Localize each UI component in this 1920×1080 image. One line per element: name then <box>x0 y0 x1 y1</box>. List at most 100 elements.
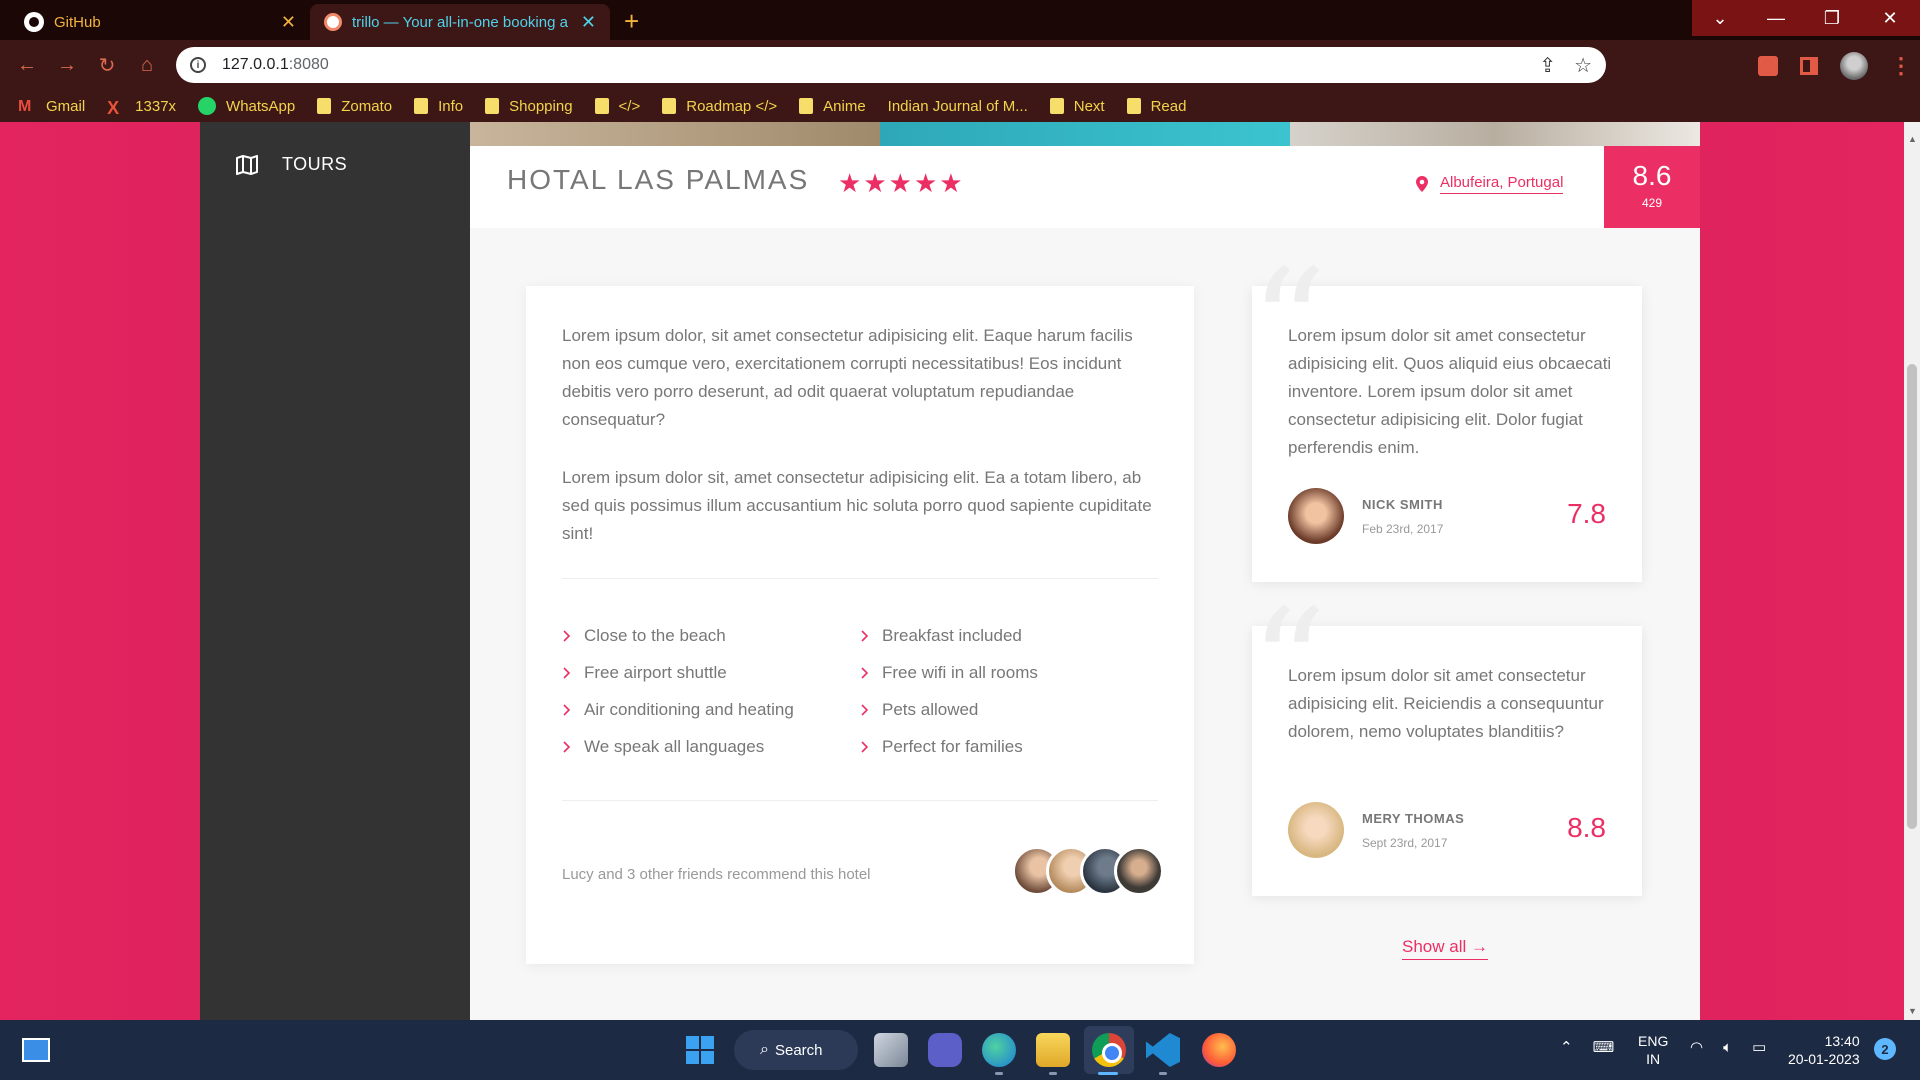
feature-label: Air conditioning and heating <box>584 700 794 719</box>
sidebar-item-tours[interactable]: TOURS <box>236 154 347 175</box>
chevron-up-icon[interactable]: ⌃ <box>1560 1038 1573 1056</box>
feature-label: Perfect for families <box>882 737 1023 756</box>
restore-button[interactable]: ❐ <box>1804 0 1860 36</box>
tab-trillo[interactable]: trillo — Your all-in-one booking a ✕ <box>310 4 610 40</box>
feature-item: Air conditioning and heating <box>562 697 860 723</box>
folder-icon <box>414 98 429 114</box>
page-scrollbar[interactable]: ▲ ▼ <box>1904 122 1920 1020</box>
task-view-icon[interactable] <box>874 1033 908 1067</box>
chat-icon[interactable] <box>928 1033 962 1067</box>
hotel-location[interactable]: Albufeira, Portugal <box>1416 174 1564 194</box>
wifi-icon: ◠ <box>1690 1039 1704 1056</box>
trillo-favicon-icon <box>324 13 342 31</box>
description-paragraph: Lorem ipsum dolor, sit amet consectetur … <box>562 326 1133 429</box>
edge-icon[interactable] <box>982 1033 1016 1067</box>
bookmark-label: Info <box>438 97 464 115</box>
feature-list: Close to the beach Breakfast included Fr… <box>562 623 1162 760</box>
bookmark-code[interactable]: </> <box>594 98 640 115</box>
widgets-icon[interactable] <box>22 1038 50 1062</box>
whatsapp-icon <box>198 97 217 115</box>
gallery-photo[interactable] <box>470 122 880 146</box>
scroll-up-icon[interactable]: ▲ <box>1908 134 1917 144</box>
star-icon: ★ <box>939 168 963 198</box>
reviewer: MERY THOMAS Sept 23rd, 2017 <box>1288 802 1464 858</box>
extensions-icon[interactable] <box>1758 56 1778 76</box>
location-pin-icon <box>1416 176 1428 192</box>
url-port: :8080 <box>288 56 329 73</box>
taskbar-search-button[interactable]: ⌕ Search <box>734 1030 858 1070</box>
folder-icon <box>799 98 814 114</box>
gallery-photo[interactable] <box>880 122 1290 146</box>
url-input[interactable]: i 127.0.0.1:8080 ⇪ ☆ <box>176 47 1606 83</box>
tab-github[interactable]: GitHub ✕ <box>10 4 310 40</box>
chevron-right-icon <box>563 704 571 716</box>
bookmark-label: Zomato <box>341 97 393 115</box>
map-icon <box>236 154 258 175</box>
start-button[interactable] <box>686 1036 714 1064</box>
search-icon: ⌕ <box>760 1041 769 1058</box>
more-menu-icon[interactable]: ⋮ <box>1890 53 1912 79</box>
bookmark-next[interactable]: Next <box>1049 98 1105 115</box>
forward-arrow-icon[interactable]: → <box>52 50 82 80</box>
bookmark-indian-journal[interactable]: Indian Journal of M... <box>888 98 1028 115</box>
new-tab-button[interactable]: + <box>624 6 639 37</box>
folder-icon <box>1126 98 1141 114</box>
scroll-down-icon[interactable]: ▼ <box>1908 1006 1917 1016</box>
feature-item: Free wifi in all rooms <box>860 660 1158 686</box>
review-rating: 8.8 <box>1567 812 1606 843</box>
bookmark-read[interactable]: Read <box>1126 98 1186 115</box>
feature-label: Close to the beach <box>584 626 726 645</box>
bookmark-star-icon[interactable]: ☆ <box>1574 53 1592 78</box>
bookmark-roadmap[interactable]: Roadmap </> <box>662 98 777 115</box>
vscode-icon[interactable] <box>1146 1033 1180 1067</box>
bookmark-info[interactable]: Info <box>414 98 463 115</box>
scrollbar-thumb[interactable] <box>1907 364 1917 829</box>
folder-icon <box>1049 98 1064 114</box>
bookmark-1337x[interactable]: X 1337x <box>107 97 177 119</box>
close-icon[interactable]: ✕ <box>281 12 296 33</box>
gmail-icon: M <box>18 98 32 115</box>
close-window-button[interactable]: ✕ <box>1860 0 1920 36</box>
chevron-right-icon <box>563 667 571 679</box>
gallery-photo[interactable] <box>1290 122 1700 146</box>
firefox-icon[interactable] <box>1202 1033 1236 1067</box>
bookmark-label: WhatsApp <box>226 97 296 115</box>
friend-avatar[interactable] <box>1114 846 1164 896</box>
volume-icon: 🔈︎ <box>1723 1038 1733 1056</box>
bookmark-anime[interactable]: Anime <box>799 98 866 115</box>
review-text: Lorem ipsum dolor sit amet consectetur a… <box>1288 666 1604 741</box>
bookmark-shopping[interactable]: Shopping <box>485 98 573 115</box>
feature-item: Breakfast included <box>860 623 1158 649</box>
keyboard-icon[interactable]: ⌨ <box>1593 1038 1615 1056</box>
minimize-button[interactable]: — <box>1748 0 1804 36</box>
back-arrow-icon[interactable]: ← <box>12 50 42 80</box>
bookmark-gmail[interactable]: M Gmail <box>18 98 85 116</box>
region-code: IN <box>1646 1051 1661 1067</box>
file-explorer-icon[interactable] <box>1036 1033 1070 1067</box>
feature-label: Free wifi in all rooms <box>882 663 1038 682</box>
home-icon[interactable]: ⌂ <box>132 50 162 80</box>
tab-search-button[interactable]: ⌄ <box>1692 0 1748 36</box>
profile-avatar[interactable] <box>1840 52 1868 80</box>
side-panel-icon[interactable] <box>1800 57 1818 75</box>
running-indicator <box>1098 1072 1118 1075</box>
location-link[interactable]: Albufeira, Portugal <box>1440 174 1564 194</box>
bookmark-whatsapp[interactable]: WhatsApp <box>198 97 295 115</box>
share-icon[interactable]: ⇪ <box>1539 53 1556 78</box>
bookmark-label: 1337x <box>135 97 177 115</box>
language-indicator[interactable]: ENG IN <box>1638 1032 1668 1068</box>
notification-badge[interactable]: 2 <box>1874 1038 1896 1060</box>
status-icons[interactable]: ◠ 🔈︎ ▭ <box>1690 1038 1766 1057</box>
bookmark-zomato[interactable]: Zomato <box>317 98 392 115</box>
running-indicator <box>1159 1072 1167 1075</box>
site-info-icon[interactable]: i <box>190 57 206 73</box>
show-all-link[interactable]: Show all → <box>1402 937 1488 960</box>
chrome-icon[interactable] <box>1092 1033 1126 1067</box>
reload-icon[interactable]: ↻ <box>92 50 122 80</box>
clock[interactable]: 13:40 20-01-2023 <box>1788 1032 1860 1068</box>
close-icon[interactable]: ✕ <box>581 12 596 33</box>
review-card: “ Lorem ipsum dolor sit amet consectetur… <box>1250 250 1642 582</box>
hotel-overview: HOTAL LAS PALMAS ★ ★ ★ ★ ★ Albufeira, Po… <box>470 146 1700 228</box>
review-card: “ Lorem ipsum dolor sit amet consectetur… <box>1250 590 1642 896</box>
rating-box: 8.6 429 <box>1604 146 1700 228</box>
